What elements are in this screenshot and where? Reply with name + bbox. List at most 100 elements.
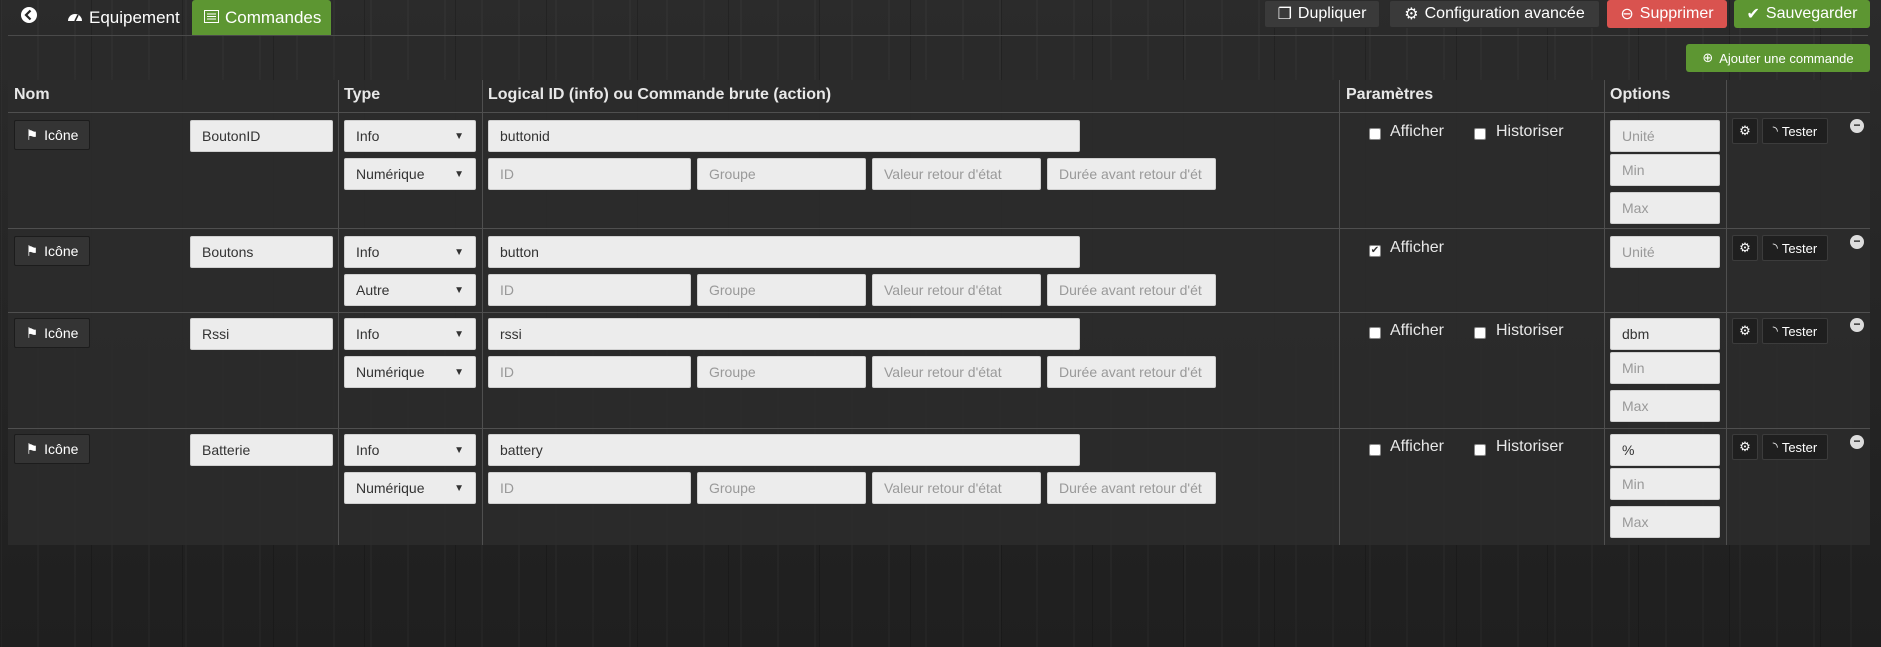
tab-equipement[interactable]: Equipement: [55, 0, 192, 36]
return-delay-input[interactable]: Durée avant retour d'ét: [1047, 158, 1216, 190]
advanced-config-icon[interactable]: ⚙: [1732, 235, 1758, 261]
flag-icon: ⚑: [25, 126, 39, 143]
duplicate-button[interactable]: ❐ Dupliquer: [1264, 0, 1380, 28]
afficher-checkbox[interactable]: [1369, 327, 1381, 339]
list-alt-icon: [204, 8, 219, 28]
test-button[interactable]: ◝ Tester: [1762, 318, 1828, 344]
icon-picker-button[interactable]: ⚑ Icône: [14, 236, 90, 266]
caret-down-icon: ▼: [454, 130, 464, 142]
id-input[interactable]: ID: [488, 356, 691, 388]
subtype-select[interactable]: Autre ▼: [344, 274, 476, 306]
group-input[interactable]: Groupe: [697, 274, 866, 306]
max-input[interactable]: Max: [1610, 390, 1720, 422]
command-name-input[interactable]: Batterie: [190, 434, 333, 466]
header-parametres: Paramètres: [1346, 86, 1434, 103]
afficher-checkbox[interactable]: [1369, 444, 1381, 456]
return-state-input[interactable]: Valeur retour d'état: [872, 158, 1041, 190]
max-input[interactable]: Max: [1610, 506, 1720, 538]
historiser-checkbox[interactable]: [1474, 327, 1486, 339]
subtype-select[interactable]: Numérique ▼: [344, 356, 476, 388]
caret-down-icon: ▼: [454, 444, 464, 456]
afficher-checkbox[interactable]: [1369, 128, 1381, 140]
advanced-config-icon[interactable]: ⚙: [1732, 118, 1758, 144]
group-input[interactable]: Groupe: [697, 472, 866, 504]
unit-input[interactable]: Unité: [1610, 120, 1720, 152]
minus-circle-icon: ⊖: [1620, 6, 1634, 23]
remove-command-icon[interactable]: −: [1850, 435, 1864, 449]
historiser-checkbox[interactable]: [1474, 444, 1486, 456]
icon-picker-button[interactable]: ⚑ Icône: [14, 434, 90, 464]
nav-divider: [8, 35, 1868, 36]
command-name-input[interactable]: Rssi: [190, 318, 333, 350]
historiser-checkbox[interactable]: [1474, 128, 1486, 140]
return-state-input[interactable]: Valeur retour d'état: [872, 274, 1041, 306]
flag-icon: ⚑: [25, 440, 39, 457]
header-options: Options: [1610, 86, 1671, 103]
return-delay-input[interactable]: Durée avant retour d'ét: [1047, 274, 1216, 306]
header-nom: Nom: [14, 86, 50, 103]
back-icon[interactable]: [12, 0, 46, 30]
caret-down-icon: ▼: [454, 328, 464, 340]
remove-command-icon[interactable]: −: [1850, 318, 1864, 332]
cogs-icon: ⚙: [1404, 6, 1419, 23]
id-input[interactable]: ID: [488, 158, 691, 190]
delete-button[interactable]: ⊖ Supprimer: [1607, 0, 1727, 28]
check-circle-icon: ✔: [1746, 6, 1760, 23]
test-button[interactable]: ◝ Tester: [1762, 235, 1828, 261]
subtype-select[interactable]: Numérique ▼: [344, 472, 476, 504]
header-logical-id: Logical ID (info) ou Commande brute (act…: [488, 86, 832, 103]
advanced-config-icon[interactable]: ⚙: [1732, 318, 1758, 344]
max-input[interactable]: Max: [1610, 192, 1720, 224]
logical-id-input[interactable]: battery: [488, 434, 1080, 466]
save-button[interactable]: ✔ Sauvegarder: [1734, 0, 1870, 28]
tab-commandes-label: Commandes: [225, 8, 322, 27]
id-input[interactable]: ID: [488, 274, 691, 306]
return-delay-input[interactable]: Durée avant retour d'ét: [1047, 472, 1216, 504]
rss-icon: ◝: [1772, 323, 1778, 338]
min-input[interactable]: Min: [1610, 352, 1720, 384]
remove-command-icon[interactable]: −: [1850, 119, 1864, 133]
group-input[interactable]: Groupe: [697, 356, 866, 388]
command-name-input[interactable]: Boutons: [190, 236, 333, 268]
caret-down-icon: ▼: [454, 284, 464, 296]
logical-id-input[interactable]: button: [488, 236, 1080, 268]
plus-circle-icon: ⊕: [1702, 50, 1714, 65]
unit-input[interactable]: dbm: [1610, 318, 1720, 350]
command-name-input[interactable]: BoutonID: [190, 120, 333, 152]
test-button[interactable]: ◝ Tester: [1762, 118, 1828, 144]
tab-commandes[interactable]: Commandes: [192, 0, 331, 36]
header-type: Type: [344, 86, 381, 103]
logical-id-input[interactable]: buttonid: [488, 120, 1080, 152]
caret-down-icon: ▼: [454, 246, 464, 258]
min-input[interactable]: Min: [1610, 468, 1720, 500]
icon-picker-button[interactable]: ⚑ Icône: [14, 318, 90, 348]
unit-input[interactable]: %: [1610, 434, 1720, 466]
add-command-button[interactable]: ⊕ Ajouter une commande: [1686, 44, 1870, 72]
return-state-input[interactable]: Valeur retour d'état: [872, 356, 1041, 388]
return-delay-input[interactable]: Durée avant retour d'ét: [1047, 356, 1216, 388]
icon-picker-button[interactable]: ⚑ Icône: [14, 120, 90, 150]
type-select[interactable]: Info ▼: [344, 318, 476, 350]
type-select[interactable]: Info ▼: [344, 236, 476, 268]
subtype-select[interactable]: Numérique ▼: [344, 158, 476, 190]
min-input[interactable]: Min: [1610, 154, 1720, 186]
group-input[interactable]: Groupe: [697, 158, 866, 190]
id-input[interactable]: ID: [488, 472, 691, 504]
advanced-config-icon[interactable]: ⚙: [1732, 434, 1758, 460]
caret-down-icon: ▼: [454, 366, 464, 378]
advanced-config-button[interactable]: ⚙ Configuration avancée: [1389, 0, 1600, 28]
logical-id-input[interactable]: rssi: [488, 318, 1080, 350]
test-button[interactable]: ◝ Tester: [1762, 434, 1828, 460]
return-state-input[interactable]: Valeur retour d'état: [872, 472, 1041, 504]
dashboard-icon: [67, 8, 83, 28]
type-select[interactable]: Info ▼: [344, 434, 476, 466]
caret-down-icon: ▼: [454, 168, 464, 180]
rss-icon: ◝: [1772, 240, 1778, 255]
remove-command-icon[interactable]: −: [1850, 235, 1864, 249]
type-select[interactable]: Info ▼: [344, 120, 476, 152]
unit-input[interactable]: Unité: [1610, 236, 1720, 268]
caret-down-icon: ▼: [454, 482, 464, 494]
afficher-checkbox[interactable]: [1369, 245, 1381, 257]
tab-equipement-label: Equipement: [89, 8, 180, 27]
flag-icon: ⚑: [25, 242, 39, 259]
